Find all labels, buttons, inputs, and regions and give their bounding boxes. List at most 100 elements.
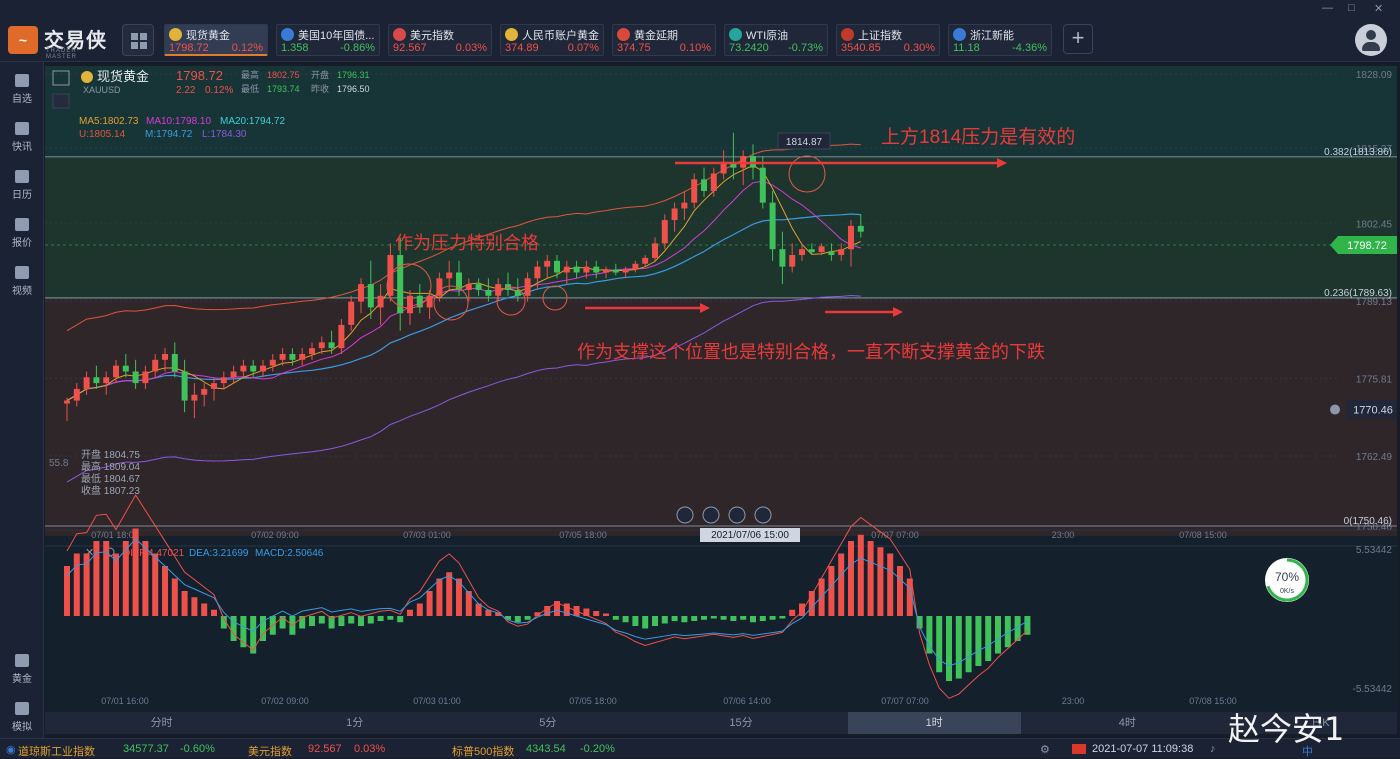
boll-lower-value: L:1784.30: [202, 129, 247, 140]
candle-body: [338, 324, 345, 349]
trend-icon: [15, 218, 29, 231]
sidebar-item[interactable]: 自选: [0, 68, 44, 108]
gold-coin-icon: [505, 28, 518, 41]
candle-body: [328, 342, 335, 349]
ticker-tab[interactable]: 浙江新能 11.18 -4.36%: [948, 24, 1052, 56]
macd-bar: [730, 616, 737, 621]
period-tab[interactable]: 分时: [75, 712, 248, 734]
candle-body: [367, 284, 374, 308]
current-price-value: 1798.72: [1347, 240, 1387, 252]
macd-bar: [681, 616, 688, 623]
alert-bell-icon[interactable]: [1330, 404, 1340, 415]
macd-bar: [642, 616, 649, 629]
candle-body: [544, 260, 551, 267]
x-axis-tick: 23:00: [1052, 530, 1075, 540]
minimize-button[interactable]: —: [1322, 2, 1333, 14]
candle-body: [171, 354, 178, 372]
gold-coin-icon: [81, 71, 93, 83]
candle-body: [103, 377, 110, 384]
ticker-tab[interactable]: 黄金延期 374.75 0.10%: [612, 24, 716, 56]
ticker-tab[interactable]: 美元指数 92.567 0.03%: [388, 24, 492, 56]
candle-body: [828, 252, 835, 256]
period-tab[interactable]: 1分: [268, 712, 441, 734]
gauge-speed: 0K/s: [1280, 588, 1295, 595]
ticker-tab[interactable]: 美国10年国债... 1.358 -0.86%: [276, 24, 380, 56]
macd-bar: [358, 616, 364, 626]
ma5-value: MA5:1802.73: [79, 116, 139, 127]
sidebar-item-label: 报价: [12, 238, 32, 249]
candle-body: [83, 377, 90, 389]
app-logo: ~ 交易侠 TRADER MASTER: [8, 24, 108, 60]
ticker-tab[interactable]: 上证指数 3540.85 0.30%: [836, 24, 940, 56]
sidebar-item[interactable]: 快讯: [0, 116, 44, 156]
sidebar-item[interactable]: 报价: [0, 212, 44, 252]
ohlc-value: 收盘 1807.23: [81, 484, 140, 497]
macd-bar: [691, 616, 698, 621]
sidebar-item[interactable]: 模拟: [0, 696, 44, 736]
settings-icon[interactable]: ⚙: [1040, 743, 1050, 756]
maximize-button[interactable]: □: [1348, 2, 1355, 14]
candle-body: [73, 388, 80, 401]
close-window-button[interactable]: ✕: [1374, 2, 1383, 15]
ticker-change: 0.03%: [455, 42, 487, 54]
candle-body: [534, 266, 541, 279]
status-index-name: 道琼斯工业指数: [18, 746, 95, 758]
macd-bar: [309, 616, 315, 626]
sidebar-item[interactable]: 日历: [0, 164, 44, 204]
ticker-price: 374.89: [505, 42, 539, 54]
ma10-value: MA10:1798.10: [146, 116, 211, 127]
ticker-change: -4.36%: [1012, 42, 1047, 54]
macd-bar: [838, 553, 845, 616]
bell-icon[interactable]: ♪: [1210, 743, 1216, 755]
user-avatar[interactable]: [1355, 24, 1387, 56]
add-ticker-button[interactable]: +: [1063, 24, 1093, 54]
zoom-out-icon[interactable]: [676, 506, 694, 524]
grid-menu-button[interactable]: [122, 24, 154, 56]
candle-body: [554, 260, 560, 273]
ticker-tab[interactable]: 现货黄金 1798.72 0.12%: [164, 24, 268, 56]
candle-body: [485, 289, 492, 296]
sidebar-item-label: 视频: [12, 286, 32, 297]
x-axis-tick: 07/03 01:00: [403, 530, 451, 540]
macd-bar: [671, 616, 678, 621]
ticker-tab[interactable]: 人民币账户黄金 374.89 0.07%: [500, 24, 604, 56]
candle-body: [279, 354, 286, 360]
macd-bar: [181, 591, 188, 616]
left-sidebar: 自选快讯日历报价视频黄金模拟: [0, 62, 44, 738]
candle-body: [348, 301, 355, 325]
candle-body: [181, 371, 188, 401]
sidebar-item[interactable]: 黄金: [0, 648, 44, 688]
fib-level-label: 0(1750.46): [1344, 516, 1392, 527]
macd-bar: [946, 616, 952, 681]
zoom-in-icon[interactable]: [754, 506, 772, 524]
pin-button[interactable]: [52, 93, 70, 109]
oil-icon: [729, 28, 742, 41]
candle-body: [93, 377, 100, 384]
macd-bar: [367, 616, 374, 624]
ticker-price: 92.567: [393, 42, 427, 54]
candle-body: [779, 249, 786, 267]
period-tab[interactable]: 1时: [847, 712, 1021, 734]
macd-bar: [652, 616, 658, 626]
partial-axis-label: 55.8: [49, 458, 69, 469]
price-chart[interactable]: 1828.091815.371802.451789.131775.811762.…: [45, 66, 1397, 712]
candle-body: [309, 348, 315, 355]
news-icon: [15, 122, 29, 135]
ticker-tab[interactable]: WTI原油 73.2420 -0.73%: [724, 24, 828, 56]
period-tab[interactable]: 5分: [461, 712, 634, 734]
chart-area[interactable]: 1828.09 1815.37 1802.45 1789.13 1775.81 1762.…: [45, 66, 1397, 712]
prev-icon[interactable]: [702, 506, 720, 524]
period-tab[interactable]: 15分: [654, 712, 827, 734]
candle-body: [260, 365, 266, 372]
sidebar-item[interactable]: 视频: [0, 260, 44, 300]
candle-body: [603, 269, 609, 273]
macd-bar: [848, 541, 854, 616]
candle-body: [446, 272, 453, 279]
next-icon[interactable]: [728, 506, 746, 524]
instrument-name: 现货黄金: [97, 69, 149, 84]
macd-bar: [426, 591, 433, 616]
macd-bar: [348, 616, 355, 624]
candle-body: [642, 257, 649, 264]
candle-body: [250, 365, 257, 372]
period-tab[interactable]: 4时: [1041, 712, 1214, 734]
